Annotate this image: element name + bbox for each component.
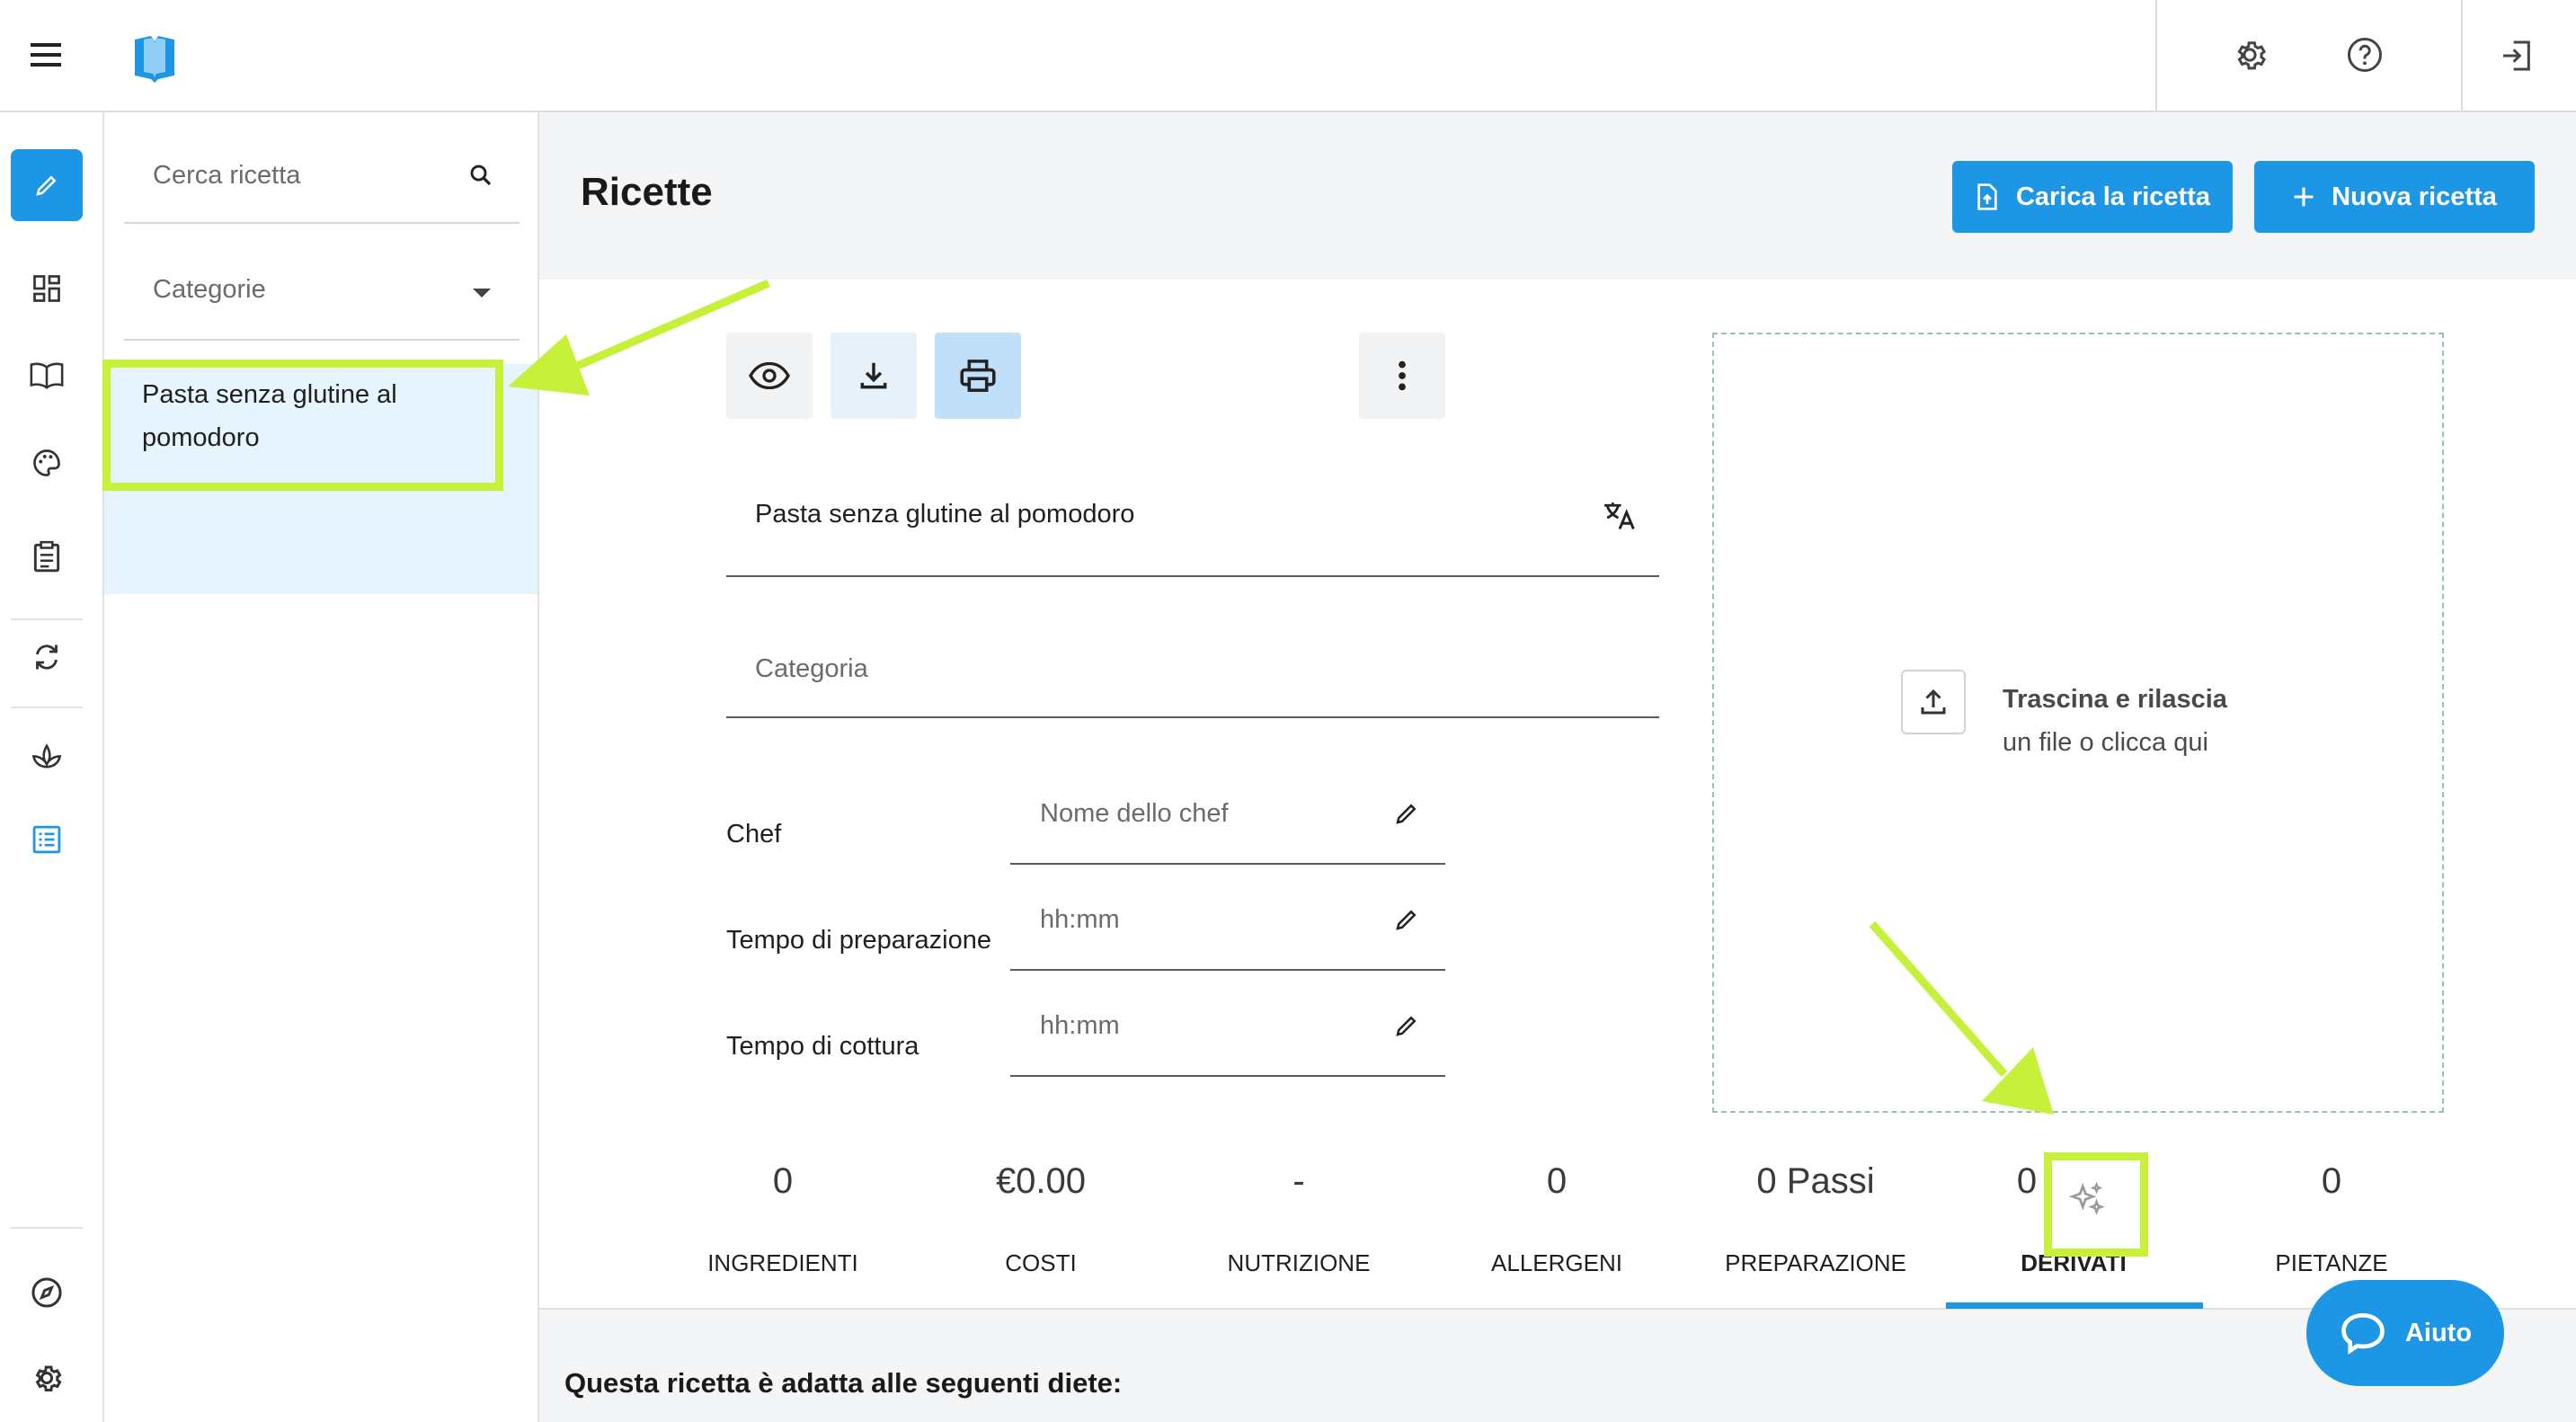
preview-button[interactable] [726,333,813,419]
top-bar [0,0,2576,112]
new-recipe-button[interactable]: Nuova ricetta [2254,161,2535,233]
tab-preparazione[interactable]: PREPARAZIONE [1708,1249,1923,1277]
tab-nutrizione[interactable]: NUTRIZIONE [1209,1249,1389,1277]
edit-chef-icon[interactable] [1393,800,1420,827]
list-icon[interactable] [11,804,83,875]
print-button[interactable] [935,333,1021,419]
stat-value-costi[interactable]: €0.00 [951,1161,1131,1202]
leaf-icon[interactable] [11,719,83,791]
download-icon [860,362,887,389]
left-navigation-rail [0,112,104,1422]
category-dropdown[interactable]: Categorie [153,275,266,305]
logout-icon[interactable] [2499,38,2535,74]
help-chat-label: Aiuto [2404,1318,2473,1347]
translate-icon[interactable] [1602,498,1638,532]
new-recipe-label: Nuova ricetta [2332,182,2497,211]
chat-bubble-icon [2341,1313,2385,1355]
tab-allergeni[interactable]: ALLERGENI [1467,1249,1647,1277]
download-button[interactable] [831,333,917,419]
stat-value-nutrizione[interactable]: - [1209,1161,1389,1202]
sync-icon[interactable] [11,621,83,693]
upload-recipe-label: Carica la ricetta [2015,182,2210,211]
help-circle-icon[interactable] [2346,36,2384,74]
stat-value-pietanze[interactable]: 0 [2242,1161,2421,1202]
more-options-button[interactable] [1359,333,1445,419]
file-upload-icon [1977,183,1997,210]
page-title: Ricette [581,170,713,214]
dropzone-subtitle: un file o clicca qui [2003,728,2208,757]
book-icon[interactable] [11,339,83,411]
page-header: Ricette Carica la ricetta Nuova ricetta [539,112,2576,280]
search-input[interactable]: Cerca ricetta [153,161,300,191]
chef-input[interactable]: Nome dello chef [1040,799,1229,829]
chevron-down-icon[interactable] [471,287,493,299]
palette-icon[interactable] [11,427,83,499]
stat-value-ingredienti[interactable]: 0 [693,1161,873,1202]
recipe-list-panel: Cerca ricetta Categorie Pasta senza glut… [104,112,539,1422]
active-tab-indicator [1946,1302,2203,1309]
prep-time-input[interactable]: hh:mm [1040,905,1120,935]
cook-time-label: Tempo di cottura [726,1032,919,1061]
edit-prep-time-icon[interactable] [1393,906,1420,933]
chef-label: Chef [726,820,782,849]
highlight-box-recipe [102,360,503,491]
dropzone-title: Trascina e rilascia [2003,685,2227,714]
gear-icon[interactable] [2231,36,2269,74]
help-chat-button[interactable]: Aiuto [2306,1280,2504,1386]
stat-value-preparazione[interactable]: 0 Passi [1726,1161,1905,1202]
recipe-name-input[interactable]: Pasta senza glutine al pomodoro [755,500,1134,529]
clipboard-icon[interactable] [11,520,83,592]
compass-icon[interactable] [11,1257,83,1329]
plus-icon [2294,187,2314,207]
more-vertical-icon [1399,360,1406,391]
tab-costi[interactable]: COSTI [951,1249,1131,1277]
pencil-icon[interactable] [11,149,83,221]
print-icon [960,360,996,392]
edit-cook-time-icon[interactable] [1393,1012,1420,1039]
dashboard-icon[interactable] [11,253,83,324]
upload-recipe-button[interactable]: Carica la ricetta [1952,161,2233,233]
app-logo[interactable] [131,34,178,84]
settings-icon[interactable] [11,1342,83,1414]
tab-ingredienti[interactable]: INGREDIENTI [693,1249,873,1277]
diet-heading: Questa ricetta è adatta alle seguenti di… [564,1367,1123,1399]
cook-time-input[interactable]: hh:mm [1040,1011,1120,1041]
highlight-box-derivati [2044,1152,2148,1257]
hamburger-icon[interactable] [29,41,65,68]
tab-pietanze[interactable]: PIETANZE [2242,1249,2421,1277]
prep-time-label: Tempo di preparazione [726,926,992,955]
upload-icon [1901,670,1966,734]
search-icon[interactable] [467,162,494,189]
eye-icon [749,362,790,389]
file-dropzone[interactable] [1712,333,2444,1113]
category-input[interactable]: Categoria [755,654,868,684]
stat-value-allergeni[interactable]: 0 [1467,1161,1647,1202]
diet-section [539,1310,2576,1422]
